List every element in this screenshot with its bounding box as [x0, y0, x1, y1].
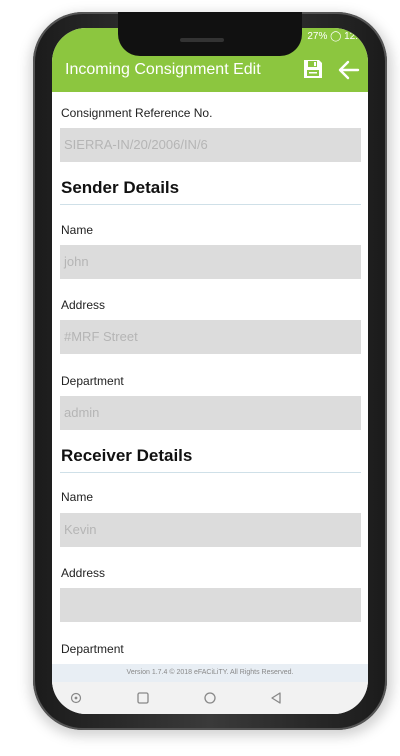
sender-section-title: Sender Details	[61, 178, 180, 197]
receiver-section-title: Receiver Details	[61, 446, 193, 465]
sender-divider	[60, 204, 361, 205]
receiver-department-label: Department	[61, 642, 124, 656]
receiver-name-label: Name	[61, 490, 94, 504]
recents-button[interactable]	[135, 690, 151, 706]
sender-address-label: Address	[61, 298, 106, 312]
back-button[interactable]	[337, 58, 361, 82]
assistant-button[interactable]	[68, 690, 84, 706]
phone-screen: 27% ◯ 12: Incoming Consignment Edit Cons…	[52, 28, 368, 714]
page-title: Incoming Consignment Edit	[65, 61, 261, 78]
home-button[interactable]	[202, 690, 218, 706]
consignment-ref-field[interactable]: SIERRA-IN/20/2006/IN/6	[60, 128, 361, 162]
sender-address-field[interactable]: #MRF Street	[60, 320, 361, 354]
consignment-ref-label: Consignment Reference No.	[61, 106, 213, 120]
back-nav-button[interactable]	[268, 690, 284, 706]
earpiece-speaker	[180, 38, 224, 42]
receiver-address-label: Address	[61, 566, 106, 580]
status-text: 27% ◯ 12:	[307, 31, 358, 42]
sender-department-label: Department	[61, 374, 124, 388]
receiver-address-field[interactable]	[60, 588, 361, 622]
sender-department-field[interactable]: admin	[60, 396, 361, 430]
receiver-name-field[interactable]: Kevin	[60, 513, 361, 547]
receiver-divider	[60, 472, 361, 473]
android-nav-bar	[52, 682, 368, 714]
arrow-left-icon	[338, 60, 360, 80]
square-icon	[137, 692, 149, 704]
camera-notch	[118, 12, 302, 56]
footer-version: Version 1.7.4 © 2018 eFACiLiTY. All Righ…	[52, 664, 368, 682]
dot-circle-icon	[70, 692, 82, 704]
form-content: Consignment Reference No. SIERRA-IN/20/2…	[52, 92, 368, 664]
triangle-back-icon	[271, 692, 281, 704]
circle-icon	[204, 692, 216, 704]
save-icon	[304, 60, 322, 78]
sender-name-field[interactable]: john	[60, 245, 361, 279]
save-button[interactable]	[302, 58, 324, 80]
sender-name-label: Name	[61, 223, 94, 237]
